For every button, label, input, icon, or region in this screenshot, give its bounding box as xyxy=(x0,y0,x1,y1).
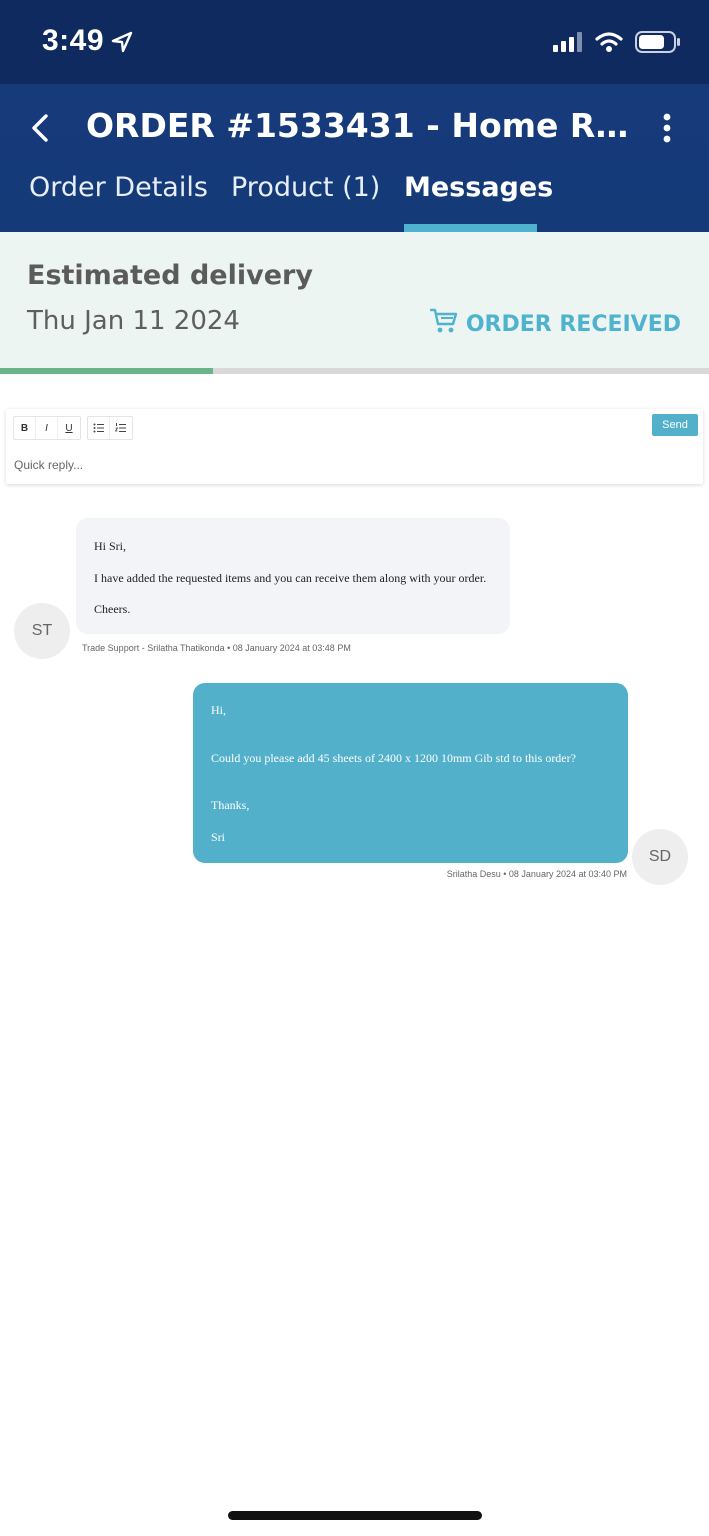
chevron-left-icon xyxy=(32,114,48,142)
order-progress-fill xyxy=(0,368,213,374)
estimated-delivery-date: Thu Jan 11 2024 xyxy=(27,306,240,336)
quick-reply-input[interactable] xyxy=(14,455,634,475)
page-title: ORDER #1533431 - Home Renovation xyxy=(86,106,646,145)
avatar: ST xyxy=(14,603,70,659)
message-meta: Trade Support - Srilatha Thatikonda • 08… xyxy=(82,643,351,653)
bulleted-list-button[interactable] xyxy=(88,417,110,439)
formatting-toolbar: B I U xyxy=(13,416,133,440)
bold-button[interactable]: B xyxy=(14,417,36,439)
tab-product[interactable]: Product (1) xyxy=(231,170,380,232)
outgoing-message: Hi, Could you please add 45 sheets of 24… xyxy=(193,683,628,863)
message-line: Cheers. xyxy=(94,602,131,616)
back-button[interactable] xyxy=(26,110,56,146)
location-arrow-icon xyxy=(110,30,134,59)
more-vertical-icon xyxy=(663,113,671,143)
order-header: ORDER #1533431 - Home Renovation Order D… xyxy=(0,84,709,232)
shopping-cart-icon xyxy=(429,308,458,340)
message-line: I have added the requested items and you… xyxy=(94,571,487,585)
list-group xyxy=(87,416,133,440)
underline-button[interactable]: U xyxy=(58,417,80,439)
send-button[interactable]: Send xyxy=(652,414,698,436)
order-progress-bar xyxy=(0,368,709,374)
cellular-signal-icon xyxy=(553,32,583,57)
active-tab-indicator xyxy=(404,224,537,232)
message-line: Hi Sri, xyxy=(94,539,127,553)
status-icons xyxy=(553,30,681,59)
numbered-list-icon xyxy=(115,423,126,432)
incoming-message: Hi Sri, I have added the requested items… xyxy=(76,518,510,634)
battery-icon xyxy=(635,30,681,59)
wifi-icon xyxy=(595,31,623,58)
estimated-delivery-label: Estimated delivery xyxy=(27,260,313,291)
avatar: SD xyxy=(632,829,688,885)
more-options-button[interactable] xyxy=(656,110,678,146)
text-style-group: B I U xyxy=(13,416,81,440)
italic-button[interactable]: I xyxy=(36,417,58,439)
message-line: Thanks, xyxy=(211,798,250,812)
order-status: ORDER RECEIVED xyxy=(429,308,681,340)
reply-composer: B I U Send Quick reply... xyxy=(6,409,703,484)
status-time: 3:49 xyxy=(42,24,105,57)
tab-messages[interactable]: Messages xyxy=(404,170,553,232)
message-line: Sri xyxy=(211,830,226,844)
home-indicator[interactable] xyxy=(228,1511,482,1520)
message-line: Hi, xyxy=(211,703,226,717)
message-meta: Srilatha Desu • 08 January 2024 at 03:40… xyxy=(446,869,627,879)
delivery-panel: Estimated delivery Thu Jan 11 2024 ORDER… xyxy=(0,232,709,368)
tab-bar: Order Details Product (1) Messages xyxy=(0,170,709,232)
status-bar: 3:49 xyxy=(0,0,709,84)
numbered-list-button[interactable] xyxy=(110,417,132,439)
bulleted-list-icon xyxy=(93,423,104,433)
tab-order-details[interactable]: Order Details xyxy=(29,170,208,232)
order-status-label: ORDER RECEIVED xyxy=(465,311,681,337)
message-line: Could you please add 45 sheets of 2400 x… xyxy=(211,751,576,765)
